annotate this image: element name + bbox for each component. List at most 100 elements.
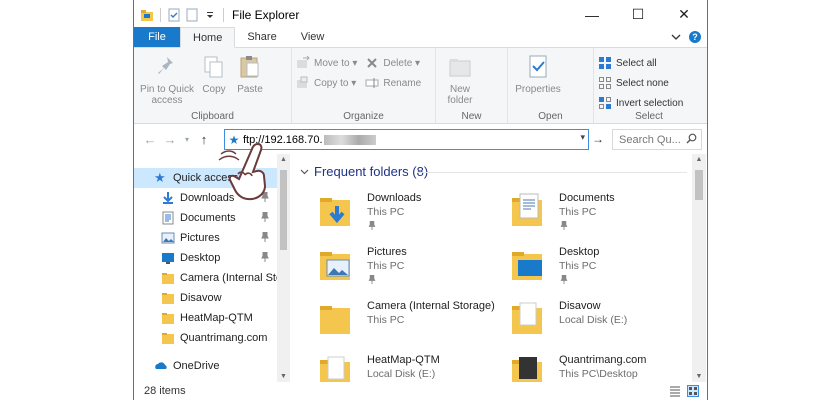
help-icon[interactable]: ? [689,31,701,43]
document-icon [162,211,174,225]
folder-tile-desktop[interactable]: Desktop This PC [484,246,674,292]
copy-to-button[interactable]: Copy to ▾ [296,74,357,92]
status-bar: 28 items [134,382,707,400]
nav-item-label: Documents [180,212,236,224]
chevron-down-icon[interactable] [300,167,309,176]
frequent-folders-header[interactable]: Frequent folders (8) [300,164,428,179]
hand-pointer-icon [218,142,267,201]
tab-share[interactable]: Share [235,27,288,47]
nav-item-documents[interactable]: Documents [134,208,277,228]
pin-icon[interactable] [261,252,269,262]
nav-item-quantrimang[interactable]: Quantrimang.com [134,328,277,348]
folder-tile-pictures[interactable]: Pictures This PC [292,246,482,292]
tab-file[interactable]: File [134,27,180,47]
select-none-icon [599,77,611,89]
nav-onedrive[interactable]: OneDrive [134,356,277,376]
select-all-label: Select all [616,57,657,69]
new-group-label: New [461,111,482,122]
folder-tile-camera[interactable]: Camera (Internal Storage) This PC [292,300,495,346]
tile-name: Desktop [559,246,600,258]
tab-view[interactable]: View [289,27,337,47]
pin-icon[interactable] [261,232,269,242]
scroll-down-arrow-icon[interactable]: ▼ [692,373,706,380]
folder-tile-documents[interactable]: Documents This PC [484,192,674,238]
content-scrollbar-thumb[interactable] [695,170,703,200]
folder-tile-quantrimang[interactable]: Quantrimang.com This PC\Desktop [484,354,674,382]
close-button[interactable]: ✕ [661,0,707,29]
downloads-folder-icon [320,198,350,226]
invert-selection-button[interactable]: Invert selection [598,94,683,112]
copy-to-label: Copy to ▾ [314,77,357,89]
recent-locations-button[interactable]: ▾ [180,135,194,144]
tile-location: This PC [367,206,405,218]
address-dropdown-icon[interactable]: ▾ [580,132,585,143]
properties-label: Properties [515,84,561,95]
ribbon-right-controls: ? [671,27,707,47]
tiles-view-icon[interactable] [687,385,699,397]
rename-button[interactable]: Rename [365,74,421,92]
search-icon[interactable] [686,133,697,144]
back-button[interactable]: ← [140,132,160,147]
tab-home[interactable]: Home [180,27,236,48]
folder-tile-heatmap[interactable]: HeatMap-QTM Local Disk (E:) [292,354,482,382]
scroll-up-arrow-icon[interactable]: ▲ [692,156,706,163]
nav-item-pictures[interactable]: Pictures [134,228,277,248]
onedrive-icon [155,362,167,369]
tile-location: This PC [367,260,405,272]
folder-tile-disavow[interactable]: Disavow Local Disk (E:) [484,300,674,346]
nav-item-heatmap[interactable]: HeatMap-QTM [134,308,277,328]
clipboard-group: Pin to Quick access Copy Paste Clipboard [134,48,292,124]
move-to-icon [297,56,310,68]
select-all-button[interactable]: Select all [598,54,683,72]
folder-icon [512,357,542,382]
delete-button[interactable]: Delete ▾ [365,54,421,72]
ribbon: Pin to Quick access Copy Paste Clipboard [134,48,707,124]
scroll-up-arrow-icon[interactable]: ▲ [277,156,290,163]
qat-separator [223,7,224,22]
nav-scrollbar-thumb[interactable] [280,170,287,250]
chevron-down-icon[interactable] [671,32,681,42]
properties-qat-icon[interactable] [167,8,181,22]
star-icon: ★ [154,170,166,185]
scroll-down-arrow-icon[interactable]: ▼ [277,373,290,380]
nav-item-disavow[interactable]: Disavow [134,288,277,308]
tile-name: Camera (Internal Storage) [367,300,495,312]
organize-group: Move to ▾ Copy to ▾ Delete ▾ Rename Orga… [292,48,436,124]
nav-item-desktop[interactable]: Desktop [134,248,277,268]
tile-location: This PC\Desktop [559,368,638,380]
select-none-button[interactable]: Select none [598,74,683,92]
folder-tile-downloads[interactable]: Downloads This PC [292,192,482,238]
go-arrow-icon[interactable]: → [592,132,604,146]
select-none-label: Select none [616,77,669,89]
nav-item-camera[interactable]: Camera (Internal Storage) [134,268,277,288]
clipboard-group-label: Clipboard [191,111,234,122]
search-box[interactable]: Search Qu... [612,129,702,150]
ribbon-tabs: File Home Share View ? [134,27,707,48]
select-group-label: Select [635,111,663,122]
nav-pane-scrollbar[interactable]: ▲ ▼ [277,154,290,382]
folder-icon [162,313,174,324]
content-scrollbar[interactable]: ▲ ▼ [692,154,706,382]
new-folder-qat-icon[interactable] [185,8,199,22]
copy-to-icon [297,76,308,88]
item-count: 28 items [144,385,186,397]
up-button[interactable]: ↑ [194,132,214,147]
customize-qat-icon[interactable] [203,8,217,22]
address-bar[interactable]: ★ ftp://192.168.70. ▾ [224,129,589,150]
pin-icon[interactable] [261,212,269,222]
details-view-icon[interactable] [669,385,681,397]
header-divider [417,172,687,173]
download-icon [163,192,173,204]
pin-icon [368,275,376,284]
forward-button[interactable]: → [160,132,180,147]
content-pane: Frequent folders (8) Downloads This PC D… [292,154,692,382]
address-redacted [323,134,376,145]
tile-name: Pictures [367,246,407,258]
maximize-button[interactable]: ☐ [615,0,661,29]
nav-item-label: HeatMap-QTM [180,312,253,324]
nav-onedrive-label: OneDrive [173,360,220,372]
minimize-button[interactable]: — [569,0,615,29]
select-group: Select all Select none Invert selection … [594,48,704,124]
folder-icon [162,273,174,284]
move-to-button[interactable]: Move to ▾ [296,54,357,72]
